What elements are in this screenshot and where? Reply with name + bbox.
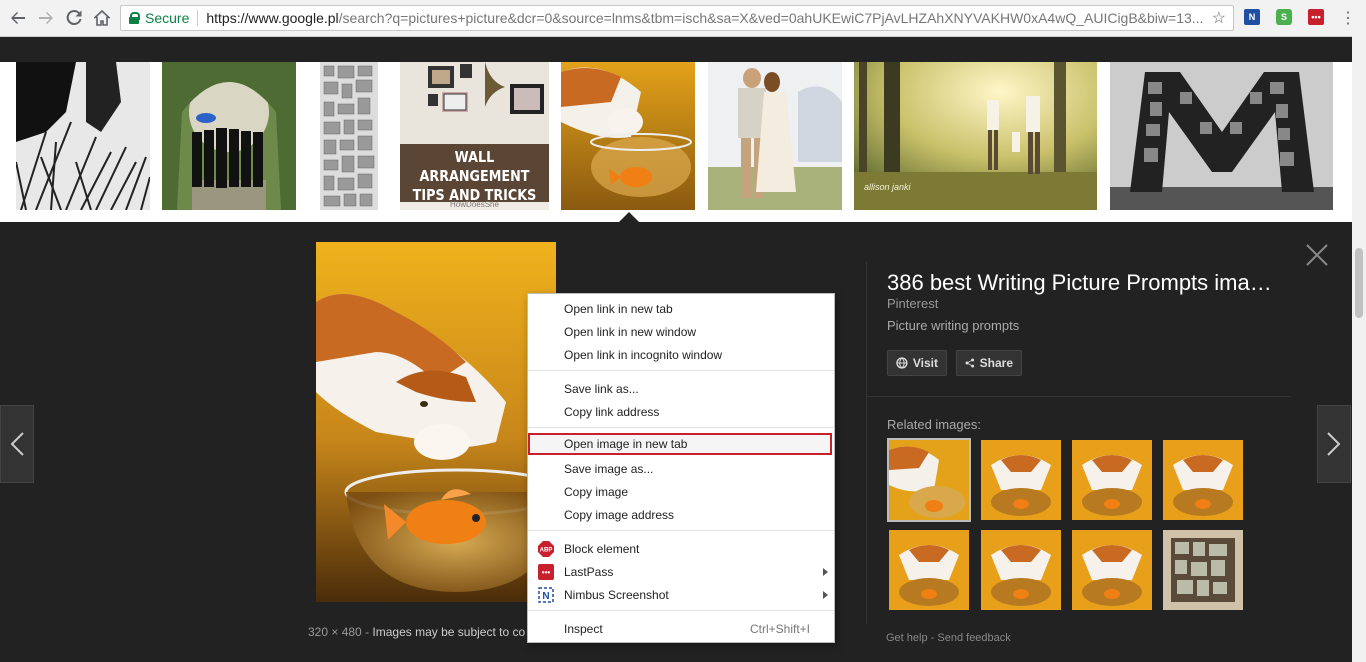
menu-open-link-new-tab[interactable]: Open link in new tab [528,298,834,320]
home-icon [94,10,110,26]
secure-label: Secure [145,10,190,26]
get-help-link[interactable]: Get help [886,632,928,644]
menu-separator [528,610,834,611]
inspect-shortcut: Ctrl+Shift+I [749,622,810,636]
url-separator [197,10,199,26]
visit-label: Visit [912,356,938,370]
result-thumbnail[interactable] [16,62,150,210]
menu-copy-image[interactable]: Copy image [528,481,834,503]
related-image-thumbnail[interactable] [1163,530,1243,610]
s-extension-icon[interactable]: S [1276,9,1292,25]
related-image-thumbnail[interactable] [981,440,1061,520]
image-source: Pinterest [887,296,939,311]
related-images-label: Related images: [887,417,981,432]
thumbnail-watermark: allison janki [864,182,911,192]
browser-toolbar: Secure https://www.google.pl/search?q=pi… [0,0,1366,37]
svg-text:ABP: ABP [540,548,553,554]
menu-save-image-as[interactable]: Save image as... [528,458,834,480]
block-element-label: Block element [564,542,640,556]
menu-open-link-incognito[interactable]: Open link in incognito window [528,344,834,366]
address-bar[interactable]: Secure https://www.google.pl/search?q=pi… [120,5,1234,31]
menu-copy-link-address[interactable]: Copy link address [528,401,834,423]
related-image-thumbnail[interactable] [1163,440,1243,520]
related-image-thumbnail[interactable] [1072,530,1152,610]
inspect-label: Inspect [564,622,603,636]
related-image-thumbnail[interactable] [1072,440,1152,520]
url-host: https://www.google.pl [206,10,339,26]
nimbus-extension-icon[interactable]: N [1244,9,1260,25]
menu-nimbus-screenshot[interactable]: N Nimbus Screenshot [528,584,834,606]
panel-separator [867,396,1291,397]
lock-icon [129,12,140,24]
page-scrollbar[interactable] [1352,36,1366,662]
menu-separator [528,530,834,531]
chevron-left-icon [10,432,24,456]
menu-separator [528,370,834,371]
thumbnail-caption: WALL ARRANGEMENT TIPS AND TRICKS [412,148,537,204]
chevron-right-icon [1327,432,1341,456]
image-copyright-notice: Images may be subject to co [372,625,526,639]
scrollbar-thumb[interactable] [1355,248,1363,318]
result-thumbnail[interactable] [708,62,842,210]
image-title[interactable]: 386 best Writing Picture Prompts ima… [887,270,1272,296]
image-description: Picture writing prompts [887,318,1020,333]
nimbus-label: Nimbus Screenshot [564,588,669,602]
bookmark-star-icon[interactable]: ☆ [1212,8,1226,28]
home-button[interactable] [90,6,114,30]
menu-save-link-as[interactable]: Save link as... [528,378,834,400]
image-results-strip: WALL ARRANGEMENT TIPS AND TRICKS HowDoes… [0,62,1352,222]
result-thumbnail[interactable] [162,62,296,210]
visit-button[interactable]: Visit [887,350,947,376]
image-dimensions: 320 × 480 [308,625,362,639]
adblock-plus-icon: ABP [538,541,554,557]
result-thumbnail[interactable] [1110,62,1333,210]
back-button[interactable] [6,6,30,30]
lastpass-icon: ••• [538,564,554,580]
forward-button[interactable] [34,6,58,30]
svg-text:•••: ••• [542,568,551,577]
panel-divider [866,262,867,624]
previous-image-button[interactable] [0,405,34,483]
result-thumbnail[interactable] [320,62,378,210]
menu-open-image-new-tab[interactable]: Open image in new tab [528,433,832,455]
reload-icon [66,10,82,26]
footer-separator: - [930,632,935,644]
submenu-arrow-icon [823,591,828,599]
nimbus-icon: N [538,587,554,603]
thumbnail-footer: HowDoesShe [450,200,499,209]
related-image-thumbnail[interactable] [887,438,971,522]
back-arrow-icon [11,12,25,24]
close-viewer-icon[interactable] [1305,243,1329,267]
preview-image[interactable] [316,242,556,602]
menu-block-element[interactable]: ABP Block element [528,538,834,560]
meta-separator: - [365,625,370,639]
menu-lastpass[interactable]: ••• LastPass [528,561,834,583]
send-feedback-link[interactable]: Send feedback [937,632,1010,644]
related-image-thumbnail[interactable] [889,530,969,610]
related-image-thumbnail[interactable] [981,530,1061,610]
lastpass-label: LastPass [564,565,614,579]
result-thumbnail-selected[interactable] [561,62,695,210]
reload-button[interactable] [62,6,86,30]
share-button[interactable]: Share [956,350,1022,376]
next-image-button[interactable] [1317,405,1351,483]
image-meta: 320 × 480 - Images may be subject to co [308,625,525,639]
menu-inspect[interactable]: Inspect Ctrl+Shift+I [528,618,834,640]
viewer-footer-links: Get help - Send feedback [886,632,1011,644]
forward-arrow-icon [39,12,53,24]
lastpass-extension-icon[interactable]: ••• [1308,9,1324,25]
share-label: Share [979,356,1013,370]
context-menu: Open link in new tab Open link in new wi… [527,293,835,643]
url-path: /search?q=pictures+picture&dcr=0&source=… [338,10,1204,26]
chrome-menu-icon[interactable]: ⋮ [1336,6,1360,30]
svg-text:N: N [542,591,549,602]
selected-pointer [619,212,639,222]
share-icon [965,358,975,368]
menu-copy-image-address[interactable]: Copy image address [528,504,834,526]
submenu-arrow-icon [823,568,828,576]
globe-icon [896,357,908,369]
menu-open-link-new-window[interactable]: Open link in new window [528,321,834,343]
menu-separator [528,427,834,428]
